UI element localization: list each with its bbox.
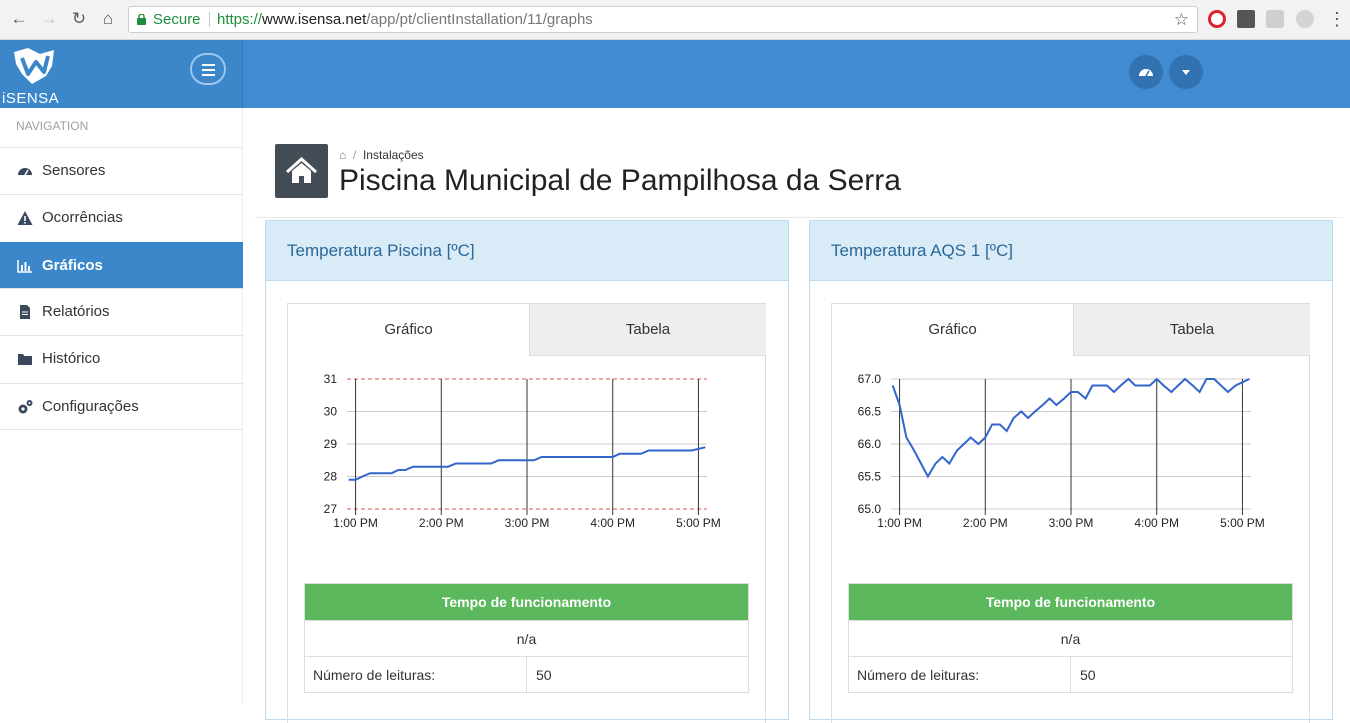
panel-title: Temperatura Piscina [ºC] bbox=[287, 241, 475, 260]
sidebar-item-label: Gráficos bbox=[42, 257, 103, 274]
user-dropdown-button[interactable] bbox=[1169, 55, 1203, 89]
readings-label: Número de leituras: bbox=[848, 656, 1071, 693]
sidebar-item-relatorios[interactable]: Relatórios bbox=[0, 288, 243, 335]
y-tick-label: 67.0 bbox=[858, 372, 882, 386]
bulb-extension-icon[interactable] bbox=[1237, 10, 1255, 28]
y-tick-label: 66.0 bbox=[858, 437, 882, 451]
uptime-table: Tempo de funcionamento n/a Número de lei… bbox=[304, 583, 749, 693]
sidebar-item-label: Ocorrências bbox=[42, 209, 123, 226]
uptime-value: n/a bbox=[848, 620, 1293, 657]
x-tick-label: 3:00 PM bbox=[1049, 516, 1094, 530]
tab-grafico[interactable]: Gráfico bbox=[832, 304, 1073, 356]
home-icon bbox=[285, 156, 318, 183]
x-tick-label: 2:00 PM bbox=[419, 516, 464, 530]
x-tick-label: 1:00 PM bbox=[877, 516, 922, 530]
logo-text: iSENSA bbox=[2, 90, 60, 107]
opera-extension-icon[interactable] bbox=[1208, 10, 1226, 28]
browser-toolbar: ← → ↻ ⌂ Secure https://www.isensa.net/ap… bbox=[0, 0, 1350, 40]
file-icon bbox=[20, 305, 30, 319]
uptime-header: Tempo de funcionamento bbox=[848, 583, 1293, 621]
sidebar-item-label: Sensores bbox=[42, 162, 106, 179]
y-tick-label: 66.5 bbox=[858, 405, 882, 419]
tab-tabela[interactable]: Tabela bbox=[1073, 304, 1310, 356]
top-navbar bbox=[243, 40, 1350, 108]
gears-icon bbox=[18, 400, 33, 414]
home-icon[interactable]: ⌂ bbox=[97, 8, 119, 30]
tab-grafico[interactable]: Gráfico bbox=[288, 304, 529, 356]
x-tick-label: 3:00 PM bbox=[505, 516, 550, 530]
page-header: ⌂ / Instalações Piscina Municipal de Pam… bbox=[255, 124, 1343, 218]
x-tick-label: 5:00 PM bbox=[676, 516, 721, 530]
temperature-line-chart: 65.0 65.5 66.0 66.5 67.0 1:00 PM 2:00 PM 3:00 P… bbox=[858, 372, 1265, 530]
logo-area: iSENSA bbox=[0, 40, 243, 108]
sensor-panel-piscina: Temperatura Piscina [ºC] Gráfico Tabela … bbox=[265, 220, 789, 723]
page-title: Piscina Municipal de Pampilhosa da Serra bbox=[339, 164, 901, 197]
panel-header: Temperatura AQS 1 [ºC] bbox=[810, 221, 1332, 281]
breadcrumb-separator: / bbox=[349, 148, 360, 162]
readings-value: 50 bbox=[1070, 656, 1293, 693]
panel-title: Temperatura AQS 1 [ºC] bbox=[831, 241, 1013, 260]
url-path: /app/pt/clientInstallation/11/graphs bbox=[366, 11, 593, 28]
sidebar-item-configuracoes[interactable]: Configurações bbox=[0, 383, 243, 430]
dashboard-icon bbox=[18, 168, 32, 176]
uptime-value: n/a bbox=[304, 620, 749, 657]
omnibox-separator bbox=[209, 12, 210, 27]
caret-down-icon bbox=[1182, 70, 1190, 75]
reload-icon[interactable]: ↻ bbox=[68, 8, 90, 30]
y-tick-label: 28 bbox=[324, 470, 338, 484]
dashboard-button[interactable] bbox=[1129, 55, 1163, 89]
address-bar[interactable]: Secure https://www.isensa.net/app/pt/cli… bbox=[128, 6, 1198, 33]
sidebar-item-graficos[interactable]: Gráficos bbox=[0, 242, 243, 289]
y-tick-label: 65.5 bbox=[858, 470, 882, 484]
back-arrow-icon[interactable]: ← bbox=[8, 8, 30, 30]
bookmark-star-icon[interactable]: ☆ bbox=[1174, 7, 1189, 32]
readings-value: 50 bbox=[526, 656, 749, 693]
x-tick-label: 5:00 PM bbox=[1220, 516, 1265, 530]
browser-menu-icon[interactable]: ⋮ bbox=[1328, 9, 1346, 29]
panel-header: Temperatura Piscina [ºC] bbox=[266, 221, 788, 281]
x-tick-label: 1:00 PM bbox=[333, 516, 378, 530]
url-scheme: https:// bbox=[217, 11, 263, 28]
y-tick-label: 65.0 bbox=[858, 502, 882, 516]
tab-tabela[interactable]: Tabela bbox=[529, 304, 766, 356]
uptime-header: Tempo de funcionamento bbox=[304, 583, 749, 621]
uptime-table: Tempo de funcionamento n/a Número de lei… bbox=[848, 583, 1293, 693]
breadcrumb: ⌂ / Instalações bbox=[339, 148, 424, 162]
y-tick-label: 30 bbox=[324, 405, 338, 419]
page-icon-box bbox=[275, 144, 328, 198]
sidebar-item-historico[interactable]: Histórico bbox=[0, 335, 243, 382]
sidebar-item-label: Configurações bbox=[42, 398, 139, 415]
drive-extension-icon[interactable] bbox=[1266, 10, 1284, 28]
breadcrumb-home-icon[interactable]: ⌂ bbox=[339, 148, 346, 162]
url-host: www.isensa.net bbox=[262, 11, 367, 28]
menu-toggle-button[interactable] bbox=[190, 53, 226, 85]
secure-label: Secure bbox=[153, 11, 201, 28]
folder-icon bbox=[18, 354, 32, 365]
sidebar-item-label: Relatórios bbox=[42, 303, 110, 320]
url-text: https://www.isensa.net/app/pt/clientInst… bbox=[217, 7, 593, 32]
lock-icon bbox=[137, 14, 146, 25]
x-tick-label: 4:00 PM bbox=[1134, 516, 1179, 530]
readings-label: Número de leituras: bbox=[304, 656, 527, 693]
y-tick-label: 27 bbox=[324, 502, 338, 516]
sidebar-item-sensores[interactable]: Sensores bbox=[0, 147, 243, 194]
breadcrumb-installations-link[interactable]: Instalações bbox=[363, 148, 424, 162]
sidebar: NAVIGATION Sensores Ocorrências Gráficos bbox=[0, 108, 243, 704]
warning-icon bbox=[17, 211, 33, 225]
bar-chart-icon bbox=[17, 260, 32, 273]
nav-heading: NAVIGATION bbox=[16, 119, 89, 133]
dashboard-icon bbox=[1139, 69, 1153, 77]
forward-arrow-icon[interactable]: → bbox=[38, 8, 60, 30]
isensa-logo-icon[interactable] bbox=[10, 46, 58, 90]
sidebar-item-ocorrencias[interactable]: Ocorrências bbox=[0, 194, 243, 241]
profile-avatar-icon[interactable] bbox=[1296, 10, 1314, 28]
x-tick-label: 2:00 PM bbox=[963, 516, 1008, 530]
sidebar-item-label: Histórico bbox=[42, 350, 101, 367]
x-tick-label: 4:00 PM bbox=[590, 516, 635, 530]
y-tick-label: 29 bbox=[324, 437, 338, 451]
sensor-panel-aqs1: Temperatura AQS 1 [ºC] Gráfico Tabela 65… bbox=[809, 220, 1333, 723]
temperature-line-chart: 27 28 29 30 31 1:00 PM 2:00 PM 3:00 PM 4:00 PM 5:… bbox=[324, 372, 721, 530]
y-tick-label: 31 bbox=[324, 372, 338, 386]
